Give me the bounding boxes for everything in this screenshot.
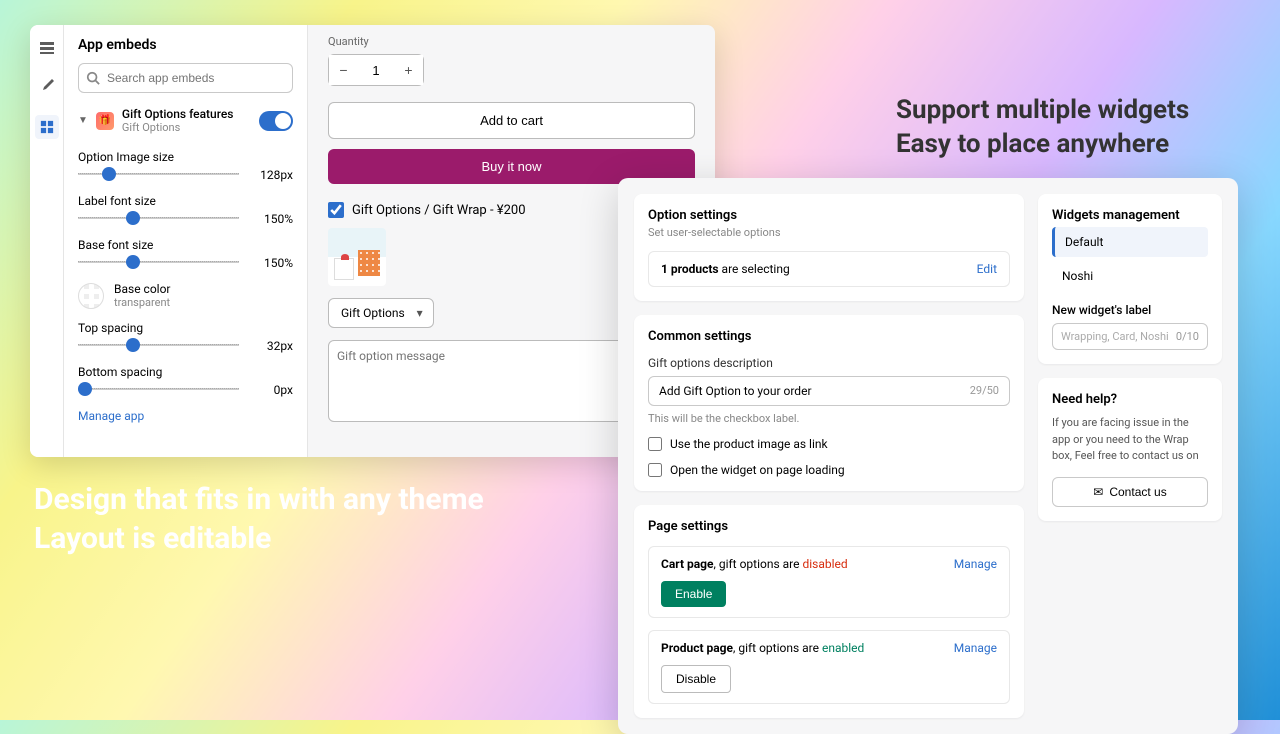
quantity-label: Quantity — [328, 35, 695, 48]
slider-label: Base font size — [78, 238, 293, 252]
card-title: Widgets management — [1052, 208, 1208, 223]
manage-cart-link[interactable]: Manage — [954, 557, 997, 571]
edit-link[interactable]: Edit — [977, 262, 997, 276]
admin-settings-panel: Option settings Set user-selectable opti… — [618, 178, 1238, 734]
slider-top-spacing[interactable] — [78, 344, 239, 348]
desc-input[interactable]: Add Gift Option to your order 29/50 — [648, 376, 1010, 406]
embed-name: Gift Options features — [122, 107, 251, 121]
card-title: Option settings — [648, 208, 1010, 223]
search-icon — [86, 70, 100, 89]
qty-plus-button[interactable]: + — [394, 55, 423, 85]
quantity-stepper: − + — [328, 54, 424, 86]
editor-rail — [30, 25, 64, 457]
embed-toggle[interactable] — [259, 111, 293, 131]
gift-checkbox-label: Gift Options / Gift Wrap - ¥200 — [352, 203, 526, 218]
common-settings-card: Common settings Gift options description… — [634, 315, 1024, 491]
widgets-management-card: Widgets management Default Noshi New wid… — [1038, 194, 1222, 364]
slider-label: Bottom spacing — [78, 365, 293, 379]
option-settings-card: Option settings Set user-selectable opti… — [634, 194, 1024, 301]
marketing-headline-right: Support multiple widgets Easy to place a… — [896, 94, 1189, 162]
manage-product-link[interactable]: Manage — [954, 641, 997, 655]
gift-checkbox[interactable] — [328, 202, 344, 218]
slider-label: Label font size — [78, 194, 293, 208]
marketing-headline-left: Design that fits in with any theme Layou… — [34, 480, 484, 558]
color-label: Base color — [114, 282, 171, 296]
qty-input[interactable] — [358, 55, 394, 85]
enable-button[interactable]: Enable — [661, 581, 726, 607]
selecting-row: 1 products are selecting Edit — [648, 251, 1010, 287]
manage-app-link[interactable]: Manage app — [78, 409, 144, 423]
help-text: If you are facing issue in the app or yo… — [1052, 415, 1208, 465]
slider-bottom-spacing[interactable] — [78, 388, 239, 392]
base-color-row[interactable]: Base color transparent — [78, 282, 293, 309]
sidebar-title: App embeds — [78, 37, 293, 53]
widget-item-default[interactable]: Default — [1052, 227, 1208, 257]
chevron-down-icon: ▼ — [78, 115, 88, 126]
sections-icon[interactable] — [38, 39, 56, 57]
gift-app-icon: 🎁 — [96, 112, 114, 130]
chk-use-image[interactable]: Use the product image as link — [648, 437, 1010, 451]
theme-editor-panel: App embeds ▼ 🎁 Gift Options features Gif… — [30, 25, 715, 457]
chk-open-widget[interactable]: Open the widget on page loading — [648, 463, 1010, 477]
card-title: Common settings — [648, 329, 1010, 344]
widget-item-noshi[interactable]: Noshi — [1052, 261, 1208, 291]
desc-hint: This will be the checkbox label. — [648, 412, 1010, 425]
search-box — [78, 63, 293, 93]
card-subtitle: Set user-selectable options — [648, 226, 1010, 239]
slider-image-size[interactable] — [78, 173, 239, 177]
mail-icon: ✉ — [1093, 485, 1103, 499]
desc-label: Gift options description — [648, 356, 1010, 370]
brush-icon[interactable] — [38, 77, 56, 95]
new-widget-label: New widget's label — [1052, 303, 1208, 317]
cart-page-row: Cart page, gift options are disabled Man… — [648, 546, 1010, 618]
new-widget-input[interactable]: Wrapping, Card, Noshi 0/10 — [1052, 323, 1208, 350]
search-input[interactable] — [78, 63, 293, 93]
color-value: transparent — [114, 296, 171, 309]
page-settings-card: Page settings Cart page, gift options ar… — [634, 505, 1024, 718]
disable-button[interactable]: Disable — [661, 665, 731, 693]
card-title: Page settings — [648, 519, 1010, 534]
gift-options-select[interactable]: Gift Options — [328, 298, 434, 328]
help-card: Need help? If you are facing issue in th… — [1038, 378, 1222, 521]
slider-label: Top spacing — [78, 321, 293, 335]
add-to-cart-button[interactable]: Add to cart — [328, 102, 695, 139]
embed-app: Gift Options — [122, 121, 251, 134]
embed-item[interactable]: ▼ 🎁 Gift Options features Gift Options — [78, 103, 293, 138]
app-embeds-sidebar: App embeds ▼ 🎁 Gift Options features Gif… — [64, 25, 308, 457]
qty-minus-button[interactable]: − — [329, 55, 358, 85]
slider-label-font[interactable] — [78, 217, 239, 221]
contact-us-button[interactable]: ✉ Contact us — [1052, 477, 1208, 507]
slider-base-font[interactable] — [78, 261, 239, 265]
gift-wrap-image — [328, 228, 386, 286]
apps-icon[interactable] — [35, 115, 59, 139]
card-title: Need help? — [1052, 392, 1208, 407]
product-page-row: Product page, gift options are enabled M… — [648, 630, 1010, 704]
color-swatch — [78, 283, 104, 309]
slider-label: Option Image size — [78, 150, 293, 164]
